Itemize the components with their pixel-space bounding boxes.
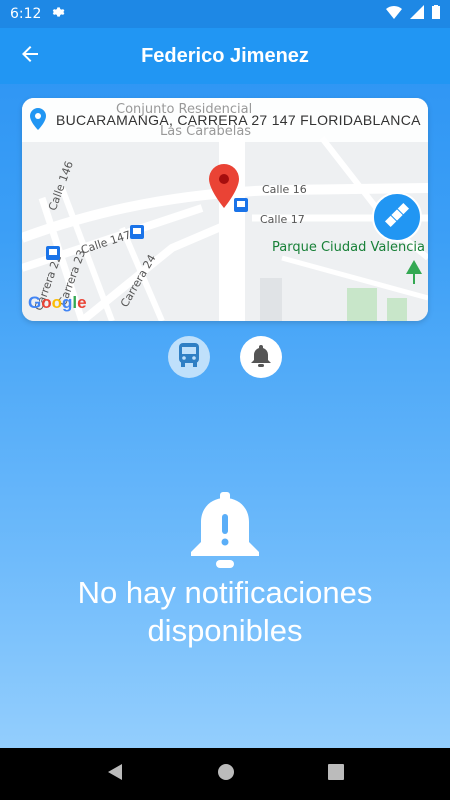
battery-icon xyxy=(432,5,440,23)
empty-state-message: No hay notificaciones disponibles xyxy=(77,575,373,648)
signal-icon xyxy=(410,5,424,23)
bus-icon xyxy=(177,342,201,373)
map-view[interactable]: BUCARAMANGA, CARRERA 27 147 FLORIDABLANC… xyxy=(22,98,428,321)
notifications-button[interactable] xyxy=(240,336,282,378)
map-marker-icon[interactable] xyxy=(209,164,239,213)
google-logo: Google xyxy=(28,293,87,312)
arrow-back-icon xyxy=(18,42,42,71)
settings-icon xyxy=(51,5,65,23)
home-nav-icon[interactable] xyxy=(217,763,235,786)
street-label: Calle 17 xyxy=(260,213,305,226)
wifi-icon xyxy=(386,5,402,23)
street-label: Calle 16 xyxy=(262,183,307,196)
satellite-button[interactable] xyxy=(372,192,422,242)
back-button[interactable] xyxy=(0,28,60,84)
app-bar: Federico Jimenez xyxy=(0,28,450,84)
bell-alert-icon xyxy=(190,490,260,575)
bus-stop-icon[interactable] xyxy=(46,246,60,265)
location-pin-icon xyxy=(30,107,46,133)
place-label-2: Las Carabelas xyxy=(160,124,252,139)
satellite-icon xyxy=(382,200,412,235)
park-icon xyxy=(406,260,422,295)
system-nav-bar xyxy=(0,748,450,800)
back-nav-icon[interactable] xyxy=(106,763,124,786)
bus-button[interactable] xyxy=(168,336,210,378)
place-label: Conjunto Residencial xyxy=(116,102,253,117)
park-label: Parque Ciudad Valencia xyxy=(272,240,425,255)
page-title: Federico Jimenez xyxy=(141,44,309,67)
bus-stop-icon[interactable] xyxy=(130,225,144,244)
bell-icon xyxy=(250,343,272,372)
status-bar: 6:12 xyxy=(0,0,450,28)
recents-nav-icon[interactable] xyxy=(327,763,344,785)
status-time: 6:12 xyxy=(10,6,42,22)
